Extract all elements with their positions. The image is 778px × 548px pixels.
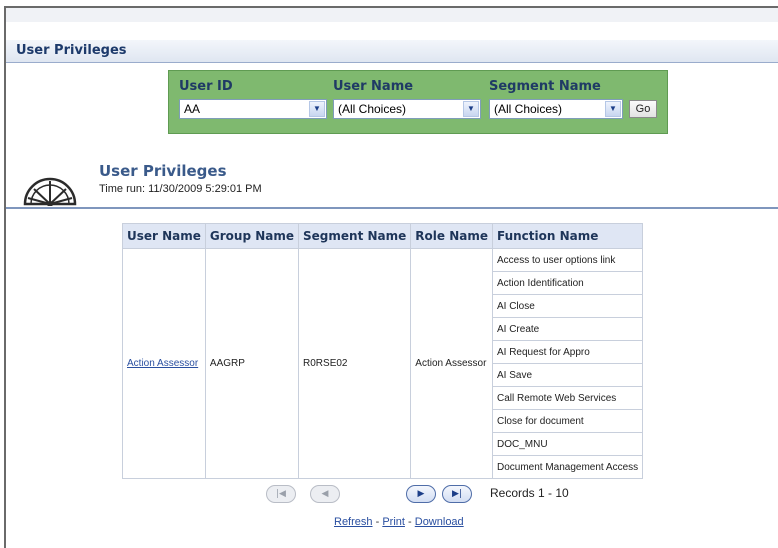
- next-page-icon[interactable]: ▶: [406, 485, 436, 503]
- report-time-run: Time run: 11/30/2009 5:29:01 PM: [99, 183, 262, 195]
- header-divider: [6, 207, 778, 209]
- section-title-bar: User Privileges: [6, 40, 778, 63]
- segment-name-label: Segment Name: [489, 79, 601, 94]
- last-page-icon[interactable]: ▶|: [442, 485, 472, 503]
- user-id-select[interactable]: AA ▼: [179, 99, 327, 119]
- link-separator: -: [408, 516, 412, 528]
- function-name-cell: Document Management Access: [491, 455, 644, 479]
- privileges-table: User Name Group Name Segment Name Role N…: [122, 223, 644, 479]
- column-header[interactable]: Segment Name: [298, 223, 412, 249]
- user-id-label: User ID: [179, 79, 233, 94]
- chevron-down-icon[interactable]: ▼: [309, 101, 325, 117]
- previous-page-icon: ◀: [310, 485, 340, 503]
- go-button[interactable]: Go: [629, 100, 657, 118]
- function-name-cell: AI Create: [491, 317, 644, 341]
- segment-name-select[interactable]: (All Choices) ▼: [489, 99, 623, 119]
- segment-name-cell: R0RSE02: [298, 248, 412, 479]
- function-name-cell: DOC_MNU: [491, 432, 644, 456]
- user-name-cell: Action Assessor: [122, 248, 206, 479]
- function-name-cell: Call Remote Web Services: [491, 386, 644, 410]
- section-title: User Privileges: [16, 43, 127, 58]
- chevron-down-icon[interactable]: ▼: [463, 101, 479, 117]
- user-name-select[interactable]: (All Choices) ▼: [333, 99, 481, 119]
- user-name-link[interactable]: Action Assessor: [127, 358, 198, 369]
- records-count: Records 1 - 10: [490, 486, 569, 500]
- group-name-cell: AAGRP: [204, 248, 300, 479]
- user-id-value: AA: [184, 102, 201, 116]
- function-name-cell: Close for document: [491, 409, 644, 433]
- report-gauge-icon: [23, 177, 77, 206]
- download-link[interactable]: Download: [415, 516, 464, 528]
- filter-panel: User ID AA ▼ User Name (All Choices) ▼ S…: [168, 70, 668, 134]
- user-name-value: (All Choices): [338, 102, 407, 116]
- print-link[interactable]: Print: [382, 516, 405, 528]
- first-page-icon: |◀: [266, 485, 296, 503]
- table-row: Action Assessor AAGRP R0RSE02 Action Ass…: [122, 248, 644, 479]
- function-name-cell: Action Identification: [491, 271, 644, 295]
- function-name-cell: AI Save: [491, 363, 644, 387]
- report-links: Refresh - Print - Download: [334, 516, 464, 528]
- segment-name-value: (All Choices): [494, 102, 563, 116]
- top-strip: [6, 8, 778, 22]
- column-header[interactable]: User Name: [122, 223, 206, 249]
- column-header[interactable]: Function Name: [491, 223, 644, 249]
- column-header[interactable]: Group Name: [204, 223, 300, 249]
- role-name-cell: Action Assessor: [410, 248, 493, 479]
- report-title: User Privileges: [99, 162, 227, 180]
- function-name-cell: AI Request for Appro: [491, 340, 644, 364]
- table-header-row: User Name Group Name Segment Name Role N…: [122, 223, 644, 249]
- user-name-label: User Name: [333, 79, 414, 94]
- link-separator: -: [375, 516, 380, 528]
- refresh-link[interactable]: Refresh: [334, 516, 373, 528]
- function-name-cell: AI Close: [491, 294, 644, 318]
- chevron-down-icon[interactable]: ▼: [605, 101, 621, 117]
- column-header[interactable]: Role Name: [410, 223, 493, 249]
- function-name-cell: Access to user options link: [491, 248, 644, 272]
